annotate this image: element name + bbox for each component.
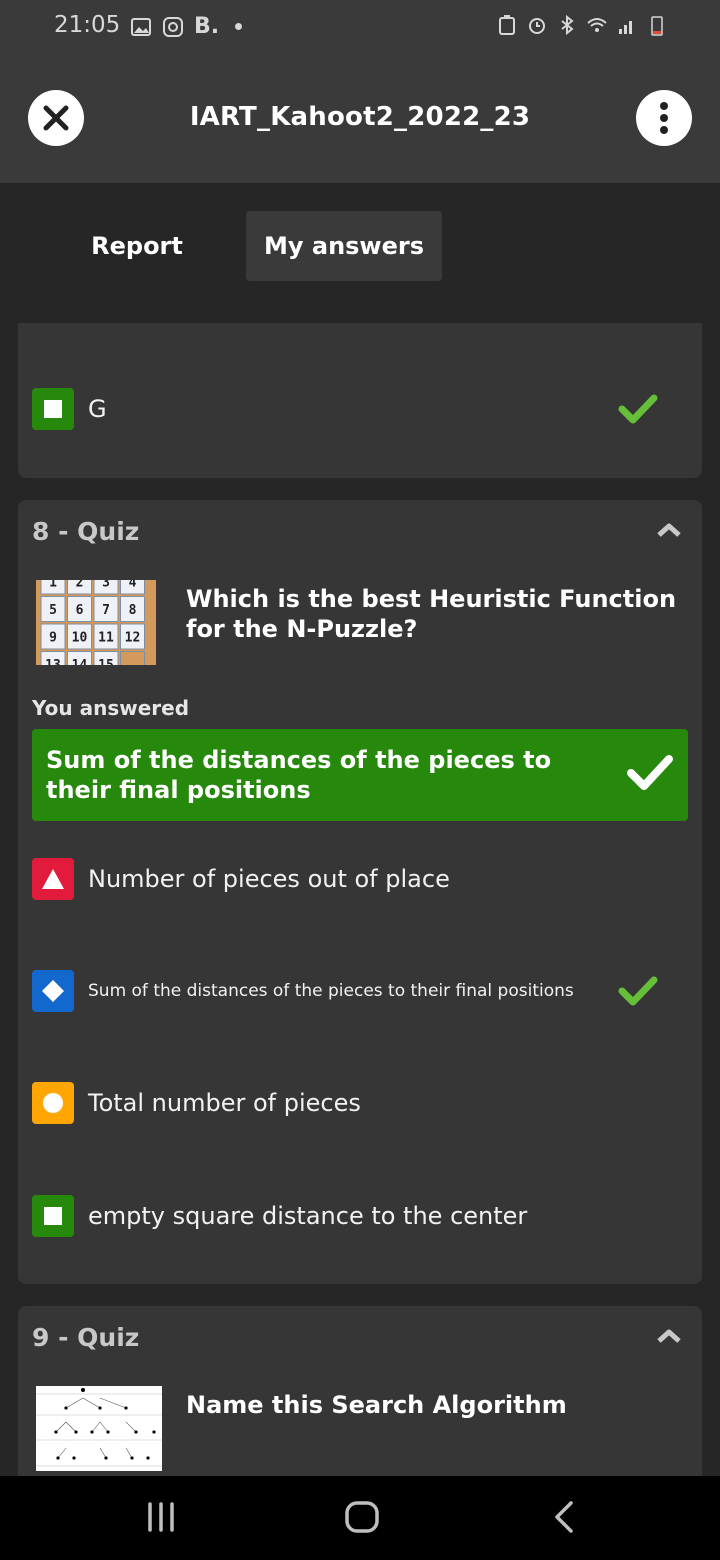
question-thumbnail: 123456789101112131415	[36, 580, 156, 665]
puzzle-tile-number: 15	[98, 658, 114, 665]
your-answer-text: Sum of the distances of the pieces to th…	[46, 746, 552, 804]
answer-option: empty square distance to the center	[32, 1195, 688, 1237]
more-options-button[interactable]	[636, 90, 692, 146]
option-text: Total number of pieces	[88, 1089, 361, 1117]
status-time: 21:05	[54, 12, 121, 38]
triangle-icon	[42, 869, 64, 889]
puzzle-tile-number: 14	[72, 658, 88, 665]
wifi-icon	[587, 18, 607, 32]
check-icon	[627, 755, 673, 790]
puzzle-tile-number: 10	[72, 631, 88, 646]
option-text: Number of pieces out of place	[88, 865, 450, 893]
your-answer: Sum of the distances of the pieces to th…	[32, 729, 688, 821]
battery-low-icon	[651, 16, 663, 36]
square-shape	[32, 1195, 74, 1237]
correct-check-icon	[618, 976, 658, 1006]
puzzle-empty-slot	[120, 651, 145, 665]
question-text: Which is the best Heuristic Function for…	[186, 585, 677, 643]
square-shape	[32, 388, 74, 430]
puzzle-tile-number: 4	[129, 580, 137, 591]
puzzle-tile-number: 6	[76, 603, 84, 618]
option-text: Sum of the distances of the pieces to th…	[88, 981, 574, 1001]
dot-icon	[235, 23, 243, 30]
correct-check-icon	[618, 394, 658, 424]
diamond-icon	[42, 980, 64, 1002]
bluetooth-icon	[561, 14, 574, 36]
circle-icon	[43, 1093, 63, 1113]
square-icon	[44, 400, 62, 418]
recycle-icon	[499, 15, 515, 35]
puzzle-tile-number: 11	[98, 631, 114, 646]
triangle-shape	[32, 858, 74, 900]
puzzle-tile-number: 9	[49, 631, 57, 646]
circle-shape	[32, 1082, 74, 1124]
question-text: Name this Search Algorithm	[186, 1391, 567, 1419]
puzzle-tile-number: 8	[129, 603, 137, 618]
option-text: empty square distance to the center	[88, 1202, 528, 1230]
system-nav-bar	[0, 1476, 720, 1560]
question-header: 9 - Quiz	[32, 1323, 140, 1352]
app-bar: IART_Kahoot2_2022_23	[0, 56, 720, 183]
tab-my-answers[interactable]: My answers	[246, 211, 442, 281]
question-card: 8 - Quiz 123456789101112131415 Which is …	[18, 500, 702, 1284]
puzzle-tile-number: 1	[49, 580, 57, 591]
tab-bar: Report My answers	[0, 183, 720, 323]
more-vertical-icon	[660, 102, 668, 134]
tab-report[interactable]: Report	[72, 211, 202, 281]
puzzle-tile-number: 3	[102, 580, 110, 591]
alarm-icon	[529, 18, 545, 34]
diamond-shape	[32, 970, 74, 1012]
page-title: IART_Kahoot2_2022_23	[189, 102, 531, 132]
square-icon	[44, 1207, 62, 1225]
puzzle-tile-number: 12	[125, 631, 141, 646]
answer-option: Number of pieces out of place	[32, 858, 688, 900]
n-puzzle-image: 123456789101112131415	[36, 580, 156, 665]
you-answered-label: You answered	[32, 696, 190, 720]
signal-icon	[619, 21, 632, 34]
back-icon[interactable]	[552, 1500, 576, 1534]
question-thumbnail	[36, 1386, 162, 1471]
answer-option: Total number of pieces	[32, 1082, 688, 1124]
recent-apps-icon[interactable]	[146, 1500, 176, 1534]
status-bar: 21:05 B.	[0, 0, 720, 56]
b-icon: B.	[194, 14, 220, 39]
close-icon	[43, 105, 69, 131]
puzzle-tile-number: 5	[49, 603, 57, 618]
puzzle-tile-number: 2	[76, 580, 84, 591]
gallery-icon	[131, 17, 151, 36]
question-header: 8 - Quiz	[32, 517, 140, 546]
chevron-up-icon[interactable]	[656, 522, 682, 538]
home-icon[interactable]	[344, 1500, 380, 1534]
question-card-previous: G	[18, 323, 702, 478]
puzzle-tile-number: 13	[45, 658, 61, 665]
answer-option: G	[32, 388, 688, 430]
answer-option: Sum of the distances of the pieces to th…	[32, 970, 688, 1012]
search-tree-image	[36, 1386, 162, 1471]
option-text: G	[88, 395, 107, 423]
chevron-up-icon[interactable]	[656, 1328, 682, 1344]
close-button[interactable]	[28, 90, 84, 146]
puzzle-tile-number: 7	[102, 603, 110, 618]
instagram-icon	[163, 16, 183, 37]
